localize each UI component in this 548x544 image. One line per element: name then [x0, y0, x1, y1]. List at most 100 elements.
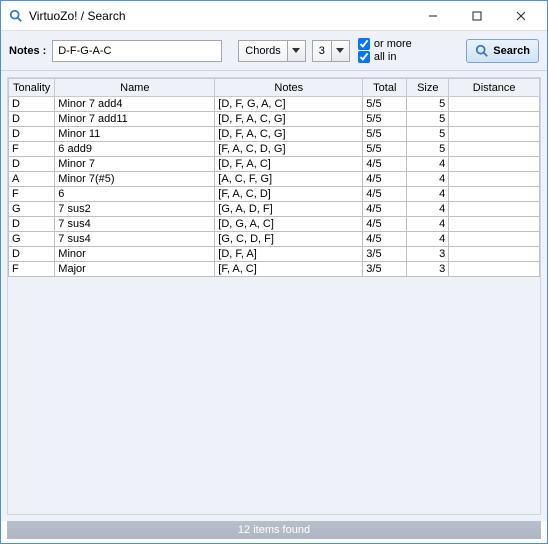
cell-name: 7 sus4 [55, 217, 215, 232]
cell-tonality: D [9, 157, 55, 172]
search-button-label: Search [493, 45, 530, 57]
cell-total: 5/5 [363, 142, 407, 157]
all-in-check-input[interactable] [358, 51, 370, 63]
cell-notes: [F, A, C, D, G] [215, 142, 363, 157]
cell-size: 5 [407, 112, 449, 127]
cell-size: 5 [407, 97, 449, 112]
cell-distance [449, 262, 540, 277]
col-name[interactable]: Name [55, 79, 215, 97]
cell-tonality: D [9, 127, 55, 142]
cell-total: 4/5 [363, 217, 407, 232]
results-table-wrap: Tonality Name Notes Total Size Distance … [7, 77, 541, 515]
cell-size: 3 [407, 247, 449, 262]
or-more-label: or more [374, 38, 412, 50]
cell-distance [449, 97, 540, 112]
cell-name: 7 sus4 [55, 232, 215, 247]
table-row[interactable]: DMinor 7[D, F, A, C]4/54 [9, 157, 540, 172]
table-row[interactable]: F6 add9[F, A, C, D, G]5/55 [9, 142, 540, 157]
cell-distance [449, 247, 540, 262]
table-row[interactable]: D7 sus4[D, G, A, C]4/54 [9, 217, 540, 232]
or-more-checkbox[interactable]: or more [358, 38, 412, 50]
cell-distance [449, 172, 540, 187]
cell-total: 5/5 [363, 97, 407, 112]
cell-tonality: F [9, 142, 55, 157]
table-row[interactable]: DMinor 7 add4[D, F, G, A, C]5/55 [9, 97, 540, 112]
cell-notes: [G, A, D, F] [215, 202, 363, 217]
table-row[interactable]: DMinor 7 add11[D, F, A, C, G]5/55 [9, 112, 540, 127]
cell-tonality: D [9, 247, 55, 262]
table-row[interactable]: DMinor 11[D, F, A, C, G]5/55 [9, 127, 540, 142]
cell-notes: [D, F, A, C, G] [215, 127, 363, 142]
cell-notes: [F, A, C] [215, 262, 363, 277]
table-empty-space [8, 277, 540, 497]
cell-size: 4 [407, 217, 449, 232]
cell-notes: [D, F, A] [215, 247, 363, 262]
cell-tonality: F [9, 262, 55, 277]
cell-tonality: F [9, 187, 55, 202]
cell-distance [449, 142, 540, 157]
cell-distance [449, 112, 540, 127]
table-row[interactable]: F6[F, A, C, D]4/54 [9, 187, 540, 202]
cell-size: 5 [407, 142, 449, 157]
col-size[interactable]: Size [407, 79, 449, 97]
cell-name: Minor 7(#5) [55, 172, 215, 187]
maximize-button[interactable] [455, 2, 499, 30]
notes-label: Notes : [9, 45, 46, 57]
cell-tonality: G [9, 232, 55, 247]
cell-notes: [D, F, G, A, C] [215, 97, 363, 112]
titlebar: VirtuoZo! / Search [1, 1, 547, 31]
cell-distance [449, 187, 540, 202]
cell-total: 4/5 [363, 232, 407, 247]
results-table[interactable]: Tonality Name Notes Total Size Distance … [8, 78, 540, 277]
cell-name: Minor 11 [55, 127, 215, 142]
cell-size: 4 [407, 202, 449, 217]
cell-total: 4/5 [363, 187, 407, 202]
cell-size: 4 [407, 172, 449, 187]
search-toolbar: Notes : Chords 3 or more all in Search [1, 31, 547, 71]
col-total[interactable]: Total [363, 79, 407, 97]
table-row[interactable]: G7 sus2[G, A, D, F]4/54 [9, 202, 540, 217]
or-more-check-input[interactable] [358, 38, 370, 50]
cell-tonality: A [9, 172, 55, 187]
table-row[interactable]: AMinor 7(#5)[A, C, F, G]4/54 [9, 172, 540, 187]
col-notes[interactable]: Notes [215, 79, 363, 97]
results-area: Tonality Name Notes Total Size Distance … [1, 71, 547, 521]
cell-notes: [D, F, A, C, G] [215, 112, 363, 127]
table-row[interactable]: DMinor[D, F, A]3/53 [9, 247, 540, 262]
cell-notes: [D, F, A, C] [215, 157, 363, 172]
cell-tonality: D [9, 97, 55, 112]
window-title: VirtuoZo! / Search [29, 9, 411, 23]
col-tonality[interactable]: Tonality [9, 79, 55, 97]
col-distance[interactable]: Distance [449, 79, 540, 97]
table-row[interactable]: FMajor[F, A, C]3/53 [9, 262, 540, 277]
cell-name: 7 sus2 [55, 202, 215, 217]
cell-tonality: G [9, 202, 55, 217]
close-button[interactable] [499, 2, 543, 30]
cell-distance [449, 232, 540, 247]
cell-total: 5/5 [363, 112, 407, 127]
cell-total: 4/5 [363, 172, 407, 187]
type-combo-value: Chords [238, 40, 287, 62]
cell-notes: [A, C, F, G] [215, 172, 363, 187]
chevron-down-icon[interactable] [332, 40, 350, 62]
all-in-label: all in [374, 51, 397, 63]
all-in-checkbox[interactable]: all in [358, 51, 412, 63]
cell-name: Major [55, 262, 215, 277]
type-combo[interactable]: Chords [238, 40, 305, 62]
count-combo[interactable]: 3 [312, 40, 350, 62]
cell-size: 4 [407, 157, 449, 172]
chevron-down-icon[interactable] [288, 40, 306, 62]
cell-size: 5 [407, 127, 449, 142]
cell-size: 4 [407, 187, 449, 202]
cell-total: 4/5 [363, 157, 407, 172]
search-button[interactable]: Search [466, 39, 539, 63]
table-row[interactable]: G7 sus4[G, C, D, F]4/54 [9, 232, 540, 247]
cell-total: 5/5 [363, 127, 407, 142]
minimize-button[interactable] [411, 2, 455, 30]
notes-input[interactable] [52, 40, 222, 62]
cell-name: Minor 7 [55, 157, 215, 172]
cell-distance [449, 157, 540, 172]
cell-tonality: D [9, 112, 55, 127]
cell-name: Minor 7 add4 [55, 97, 215, 112]
cell-distance [449, 127, 540, 142]
